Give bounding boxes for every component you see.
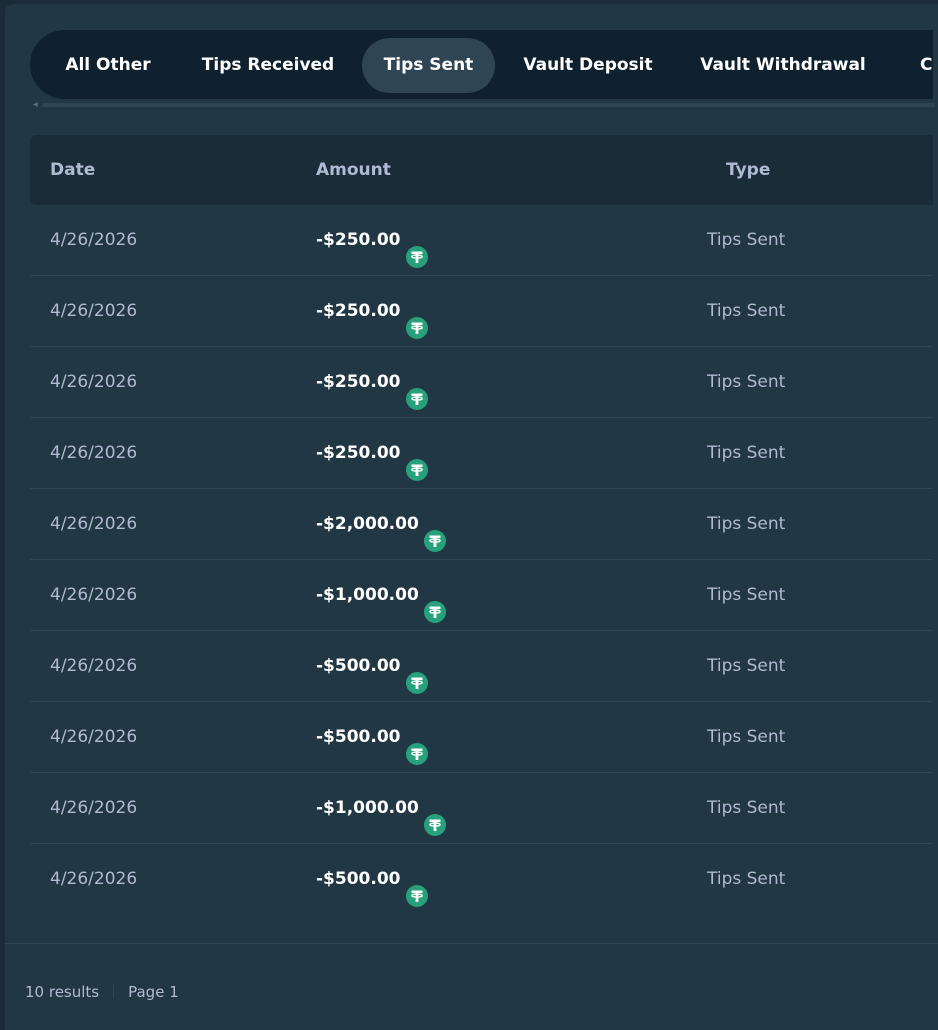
tether-icon: [405, 725, 428, 765]
scroll-left-arrow-icon[interactable]: ◀: [33, 102, 38, 108]
table-row[interactable]: 4/26/2026 -$500.00 Tips Sent: [30, 844, 933, 914]
row-type: Tips Sent: [707, 869, 786, 889]
row-type: Tips Sent: [707, 798, 786, 818]
table-row[interactable]: 4/26/2026 -$1,000.00 Tips Sent: [30, 773, 933, 844]
row-amount-cell: -$1,000.00: [316, 773, 446, 843]
tether-icon: [405, 228, 428, 268]
row-date: 4/26/2026: [50, 656, 138, 676]
tab-vault-deposit[interactable]: Vault Deposit: [512, 38, 664, 93]
row-date: 4/26/2026: [50, 869, 138, 889]
row-amount: -$500.00: [316, 869, 401, 889]
row-date: 4/26/2026: [50, 443, 138, 463]
row-date: 4/26/2026: [50, 514, 138, 534]
tether-icon: [423, 796, 446, 836]
row-type: Tips Sent: [707, 301, 786, 321]
table-row[interactable]: 4/26/2026 -$250.00 Tips Sent: [30, 418, 933, 489]
footer-divider: [5, 943, 938, 944]
row-type: Tips Sent: [707, 727, 786, 747]
row-amount: -$500.00: [316, 727, 401, 747]
scrollbar-thumb[interactable]: [42, 103, 935, 107]
results-count: 10 results: [25, 983, 100, 1001]
row-date: 4/26/2026: [50, 585, 138, 605]
table-body: 4/26/2026 -$250.00 Tips Sent 4/26/2026 -$250…: [30, 205, 933, 914]
row-amount: -$1,000.00: [316, 585, 419, 605]
row-type: Tips Sent: [707, 585, 786, 605]
table-row[interactable]: 4/26/2026 -$250.00 Tips Sent: [30, 347, 933, 418]
table-header: Date Amount Type: [30, 135, 933, 205]
table-row[interactable]: 4/26/2026 -$250.00 Tips Sent: [30, 276, 933, 347]
row-amount-cell: -$500.00: [316, 844, 428, 914]
row-amount-cell: -$250.00: [316, 347, 428, 417]
table-row[interactable]: 4/26/2026 -$1,000.00 Tips Sent: [30, 560, 933, 631]
header-type: Type: [726, 160, 771, 180]
row-amount-cell: -$250.00: [316, 418, 428, 488]
tab-co-truncated[interactable]: Co: [906, 38, 933, 93]
row-type: Tips Sent: [707, 230, 786, 250]
row-amount-cell: -$250.00: [316, 276, 428, 346]
row-date: 4/26/2026: [50, 301, 138, 321]
tether-icon: [423, 583, 446, 623]
row-amount: -$1,000.00: [316, 798, 419, 818]
row-type: Tips Sent: [707, 514, 786, 534]
tab-tips-sent[interactable]: Tips Sent: [362, 38, 495, 93]
row-type: Tips Sent: [707, 443, 786, 463]
row-date: 4/26/2026: [50, 372, 138, 392]
row-date: 4/26/2026: [50, 798, 138, 818]
tab-all-other[interactable]: All Other: [44, 38, 172, 93]
tether-icon: [405, 654, 428, 694]
tether-icon: [423, 512, 446, 552]
transaction-type-tabs: All Other Tips Received Tips Sent Vault …: [30, 30, 933, 99]
table-row[interactable]: 4/26/2026 -$500.00 Tips Sent: [30, 631, 933, 702]
header-amount: Amount: [316, 160, 391, 180]
row-amount-cell: -$500.00: [316, 702, 428, 772]
tabs-scrollbar[interactable]: ◀: [30, 101, 935, 109]
row-amount-cell: -$2,000.00: [316, 489, 446, 559]
tether-icon: [405, 370, 428, 410]
row-type: Tips Sent: [707, 372, 786, 392]
row-amount-cell: -$1,000.00: [316, 560, 446, 630]
row-amount: -$250.00: [316, 372, 401, 392]
table-row[interactable]: 4/26/2026 -$500.00 Tips Sent: [30, 702, 933, 773]
tab-tips-received[interactable]: Tips Received: [189, 38, 347, 93]
row-amount: -$250.00: [316, 301, 401, 321]
row-amount: -$250.00: [316, 443, 401, 463]
row-type: Tips Sent: [707, 656, 786, 676]
tether-icon: [405, 299, 428, 339]
row-amount: -$500.00: [316, 656, 401, 676]
tether-icon: [405, 441, 428, 481]
header-date: Date: [50, 160, 96, 180]
row-amount-cell: -$250.00: [316, 205, 428, 275]
page-indicator: Page 1: [128, 983, 179, 1001]
table-row[interactable]: 4/26/2026 -$250.00 Tips Sent: [30, 205, 933, 276]
tether-icon: [405, 867, 428, 907]
table-row[interactable]: 4/26/2026 -$2,000.00 Tips Sent: [30, 489, 933, 560]
footer-separator: [113, 984, 115, 998]
row-amount-cell: -$500.00: [316, 631, 428, 701]
tab-vault-withdrawal[interactable]: Vault Withdrawal: [690, 38, 876, 93]
row-amount: -$2,000.00: [316, 514, 419, 534]
pagination-footer: 10 results Page 1: [25, 977, 179, 1007]
row-date: 4/26/2026: [50, 230, 138, 250]
row-amount: -$250.00: [316, 230, 401, 250]
row-date: 4/26/2026: [50, 727, 138, 747]
